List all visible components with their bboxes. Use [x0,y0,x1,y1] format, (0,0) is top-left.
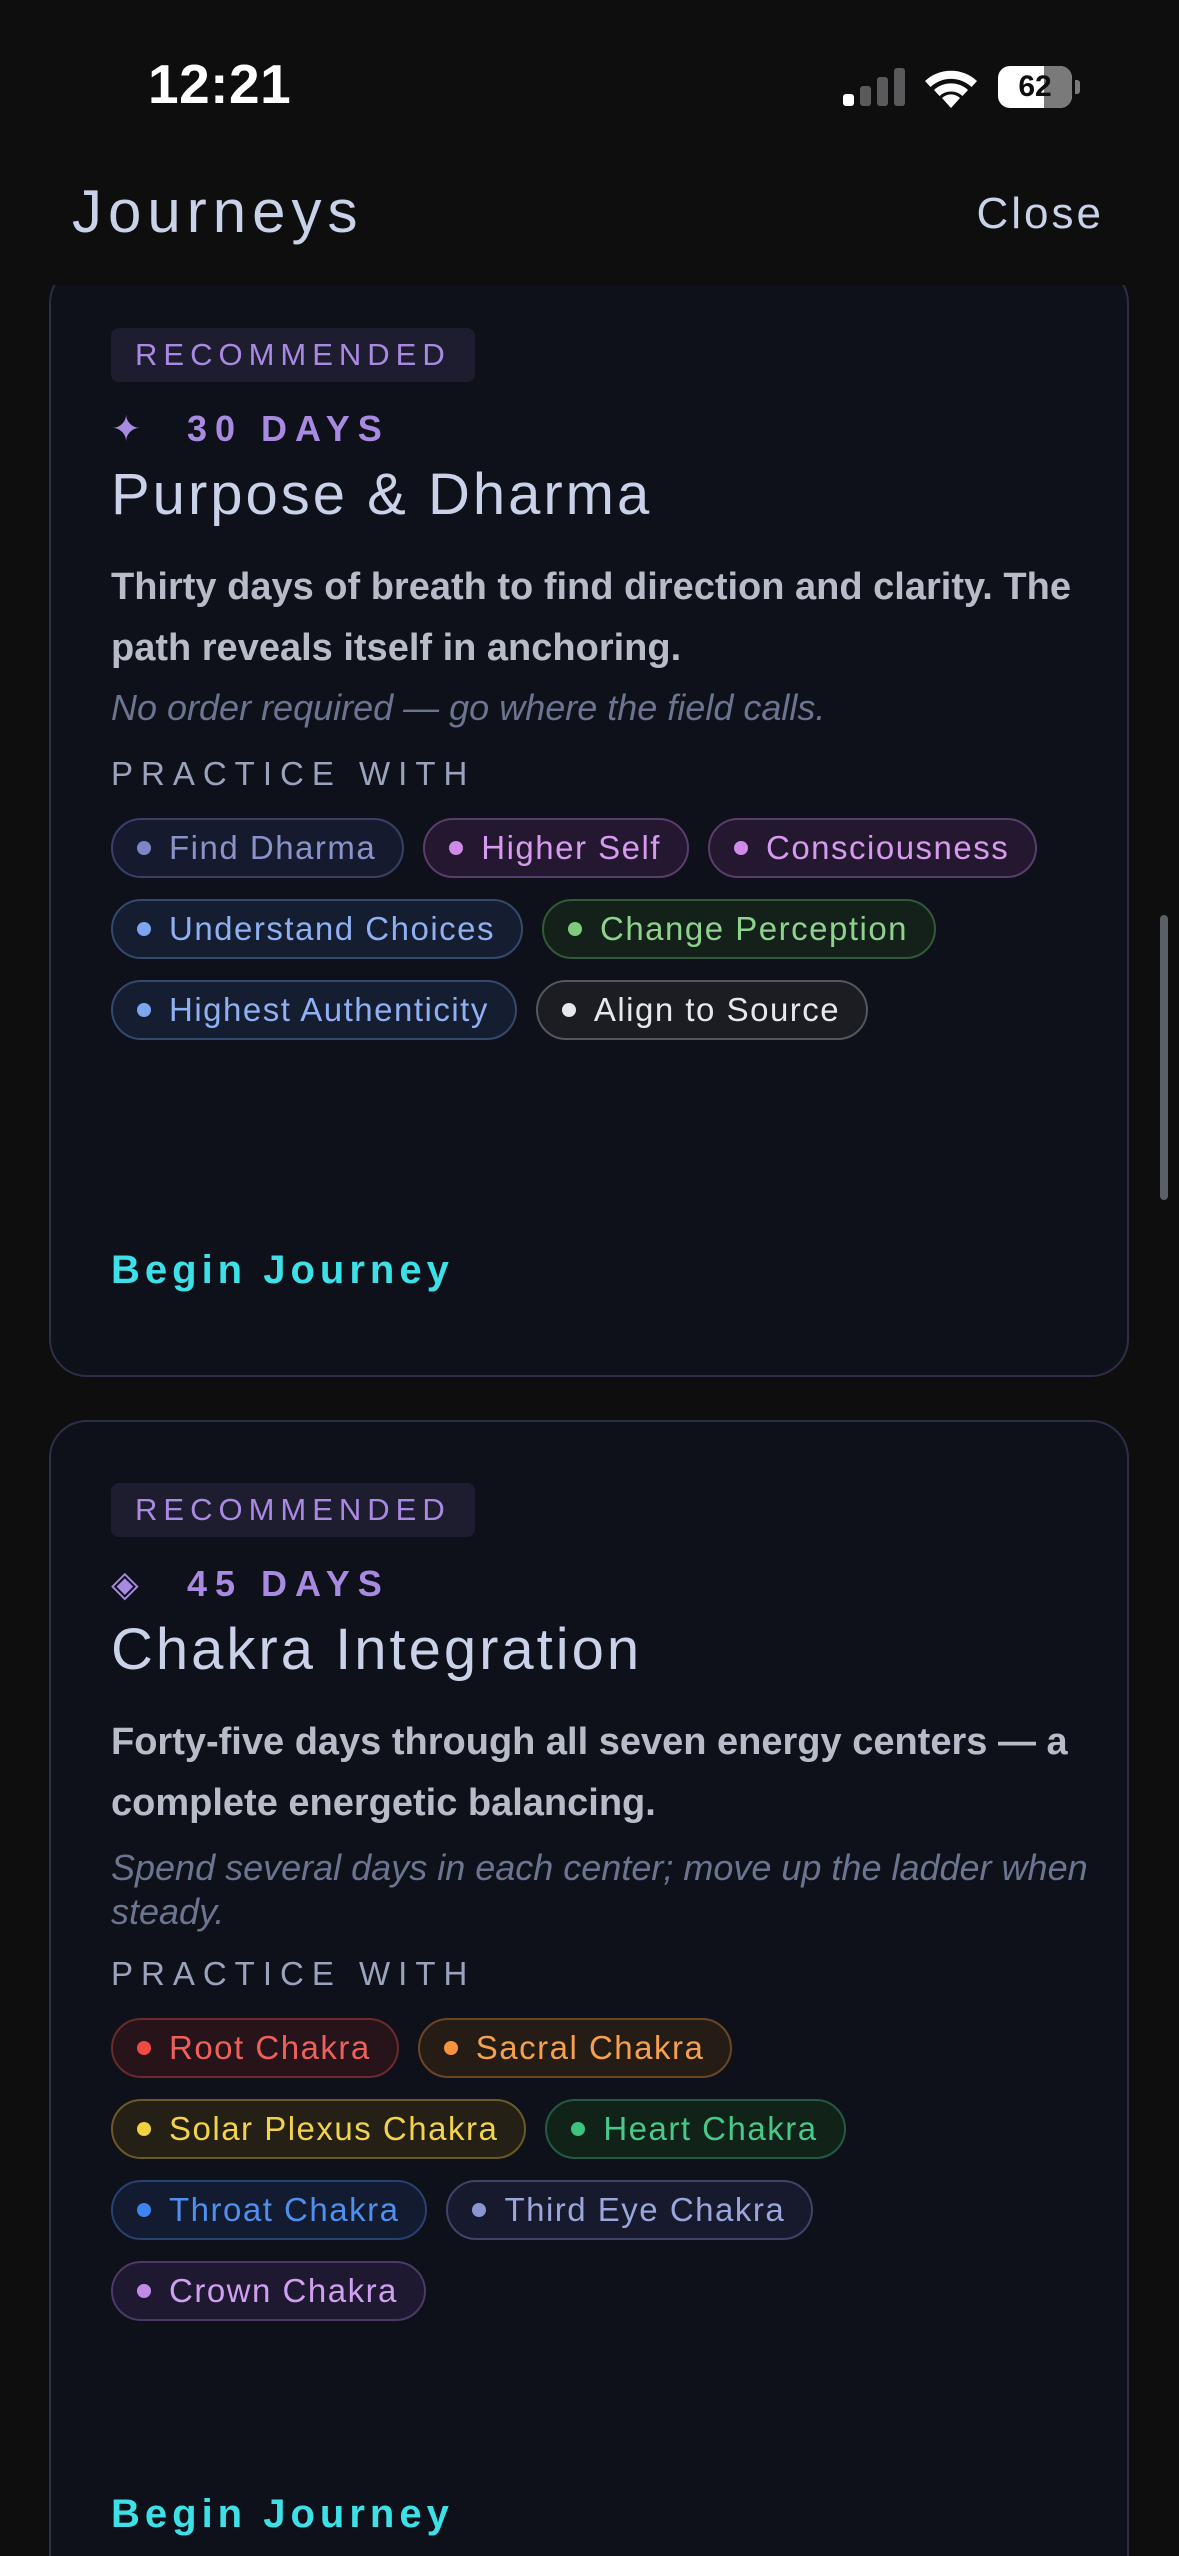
practice-chip[interactable]: Align to Source [535,980,869,1040]
color-dot-icon [561,1003,576,1017]
journey-duration-row: ✦ 30 DAYS [111,404,390,454]
journey-title: Purpose & Dharma [111,462,653,527]
practice-chip[interactable]: Change Perception [542,899,937,959]
battery-percent: 62 [1018,70,1052,103]
recommended-badge: RECOMMENDED [111,328,475,382]
practice-chip[interactable]: Consciousness [707,818,1038,878]
color-dot-icon [571,2122,586,2136]
journey-duration: 30 DAYS [187,408,390,449]
practice-chip[interactable]: Find Dharma [111,818,405,878]
color-dot-icon [137,841,151,855]
battery-body: 62 [998,66,1072,108]
color-dot-icon [137,2284,151,2298]
journey-card: RECOMMENDED ✦ 30 DAYS Purpose & Dharma T… [49,285,1129,1377]
practice-chip-label: Consciousness [765,829,1010,866]
close-button[interactable]: Close [977,189,1105,239]
wifi-icon [925,70,977,108]
journey-note: No order required — go where the field c… [111,687,826,728]
practice-chip[interactable]: Sacral Chakra [417,2018,733,2078]
practice-chip[interactable]: Third Eye Chakra [446,2180,814,2240]
journey-description: Forty-five days through all seven energy… [111,1721,1068,1824]
cellular-signal-icon [843,68,905,106]
color-dot-icon [137,2203,151,2217]
practice-chip-label: Change Perception [600,910,909,947]
journey-note: Spend several days in each center; move … [111,1847,1088,1932]
color-dot-icon [137,1003,151,1017]
status-bar: 12:21 62 [0,0,1179,175]
practice-chip[interactable]: Higher Self [423,818,689,878]
journey-title: Chakra Integration [111,1617,643,1682]
practice-chip[interactable]: Root Chakra [111,2018,399,2078]
battery-cap [1075,80,1080,94]
recommended-badge: RECOMMENDED [111,1483,475,1537]
scrollbar[interactable] [1160,915,1168,1200]
practice-chip-label: Align to Source [593,991,841,1028]
practice-chip[interactable]: Crown Chakra [111,2261,426,2321]
practice-chip-label: Crown Chakra [169,2272,398,2309]
color-dot-icon [443,2041,458,2055]
color-dot-icon [568,922,582,936]
practice-chip[interactable]: Highest Authenticity [111,980,517,1040]
journey-card: RECOMMENDED ◈ 45 DAYS Chakra Integration… [49,1420,1129,2556]
practice-chip-list: Root Chakra Sacral Chakra Solar Plexus Cha… [111,2018,1091,2321]
practice-chip[interactable]: Throat Chakra [111,2180,428,2240]
practice-chip[interactable]: Solar Plexus Chakra [111,2099,527,2159]
color-dot-icon [733,841,748,855]
color-dot-icon [472,2203,487,2217]
practice-with-label: PRACTICE WITH [111,755,476,792]
color-dot-icon [137,2041,151,2055]
page-title: Journeys [72,178,364,245]
practice-chip-label: Higher Self [481,829,661,866]
diamond-icon: ◈ [111,1563,139,1604]
color-dot-icon [137,922,151,936]
practice-chip[interactable]: Heart Chakra [545,2099,846,2159]
journey-list[interactable]: RECOMMENDED ✦ 30 DAYS Purpose & Dharma T… [0,285,1179,2556]
color-dot-icon [137,2122,151,2136]
practice-chip-label: Solar Plexus Chakra [169,2110,499,2147]
sparkle-icon: ✦ [111,408,142,449]
practice-chip-label: Understand Choices [169,910,495,947]
begin-journey-button[interactable]: Begin Journey [111,2492,454,2537]
practice-chip-label: Throat Chakra [169,2191,400,2228]
nav-header: Journeys Close [0,175,1179,285]
practice-chip-label: Third Eye Chakra [504,2191,786,2228]
practice-with-label: PRACTICE WITH [111,1955,476,1992]
practice-chip-list: Find Dharma Higher Self Consciousness Under… [111,818,1091,1040]
journey-description: Thirty days of breath to find direction … [111,566,1071,669]
practice-chip-label: Heart Chakra [603,2110,818,2147]
journeys-screen: 12:21 62 Journeys Close RECOMMENDED ✦ 30… [0,0,1179,2556]
practice-chip[interactable]: Understand Choices [111,899,523,959]
journey-duration-row: ◈ 45 DAYS [111,1559,390,1609]
practice-chip-label: Sacral Chakra [475,2029,705,2066]
begin-journey-button[interactable]: Begin Journey [111,1248,454,1293]
color-dot-icon [449,841,464,855]
practice-chip-label: Highest Authenticity [169,991,489,1028]
practice-chip-label: Find Dharma [169,829,377,866]
battery-icon: 62 [998,66,1080,108]
journey-duration: 45 DAYS [187,1563,390,1604]
practice-chip-label: Root Chakra [169,2029,371,2066]
status-time: 12:21 [148,53,292,115]
